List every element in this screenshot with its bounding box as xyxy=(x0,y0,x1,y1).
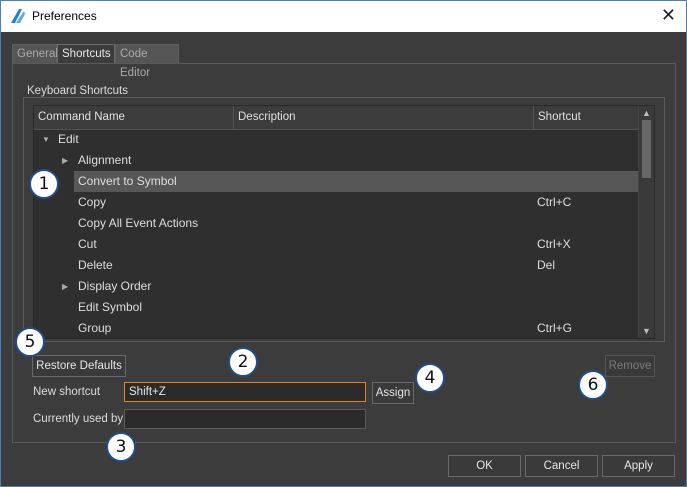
tree-row[interactable]: Cut Ctrl+X xyxy=(34,234,640,255)
vertical-scrollbar[interactable]: ▲ ▼ xyxy=(638,106,654,338)
collapsed-arrow-icon[interactable]: ▶ xyxy=(62,276,68,297)
callout-1: 1 xyxy=(29,169,59,199)
tree-row[interactable]: ▶ Alignment xyxy=(34,150,640,171)
command-name: Display Order xyxy=(78,279,152,293)
assign-button[interactable]: Assign xyxy=(372,382,414,404)
apply-button[interactable]: Apply xyxy=(602,455,675,477)
command-name: Edit xyxy=(58,132,79,146)
tab-shortcuts[interactable]: Shortcuts xyxy=(57,44,115,64)
tree-row[interactable]: ▼ Edit xyxy=(34,129,640,150)
callout-5: 5 xyxy=(15,327,45,357)
column-command-name[interactable]: Command Name xyxy=(34,106,234,129)
scroll-down-icon[interactable]: ▼ xyxy=(639,324,654,338)
title-bar: Preferences ✕ xyxy=(1,1,686,32)
tree-row[interactable]: ▶ Display Order xyxy=(34,276,640,297)
command-name: Cut xyxy=(78,237,97,251)
new-shortcut-input[interactable]: Shift+Z xyxy=(124,382,366,402)
command-name: Convert to Symbol xyxy=(78,174,177,188)
tree-row[interactable]: Copy Ctrl+C xyxy=(34,192,640,213)
command-shortcut: Ctrl+G xyxy=(537,321,573,335)
column-shortcut[interactable]: Shortcut xyxy=(534,106,640,129)
new-shortcut-label: New shortcut xyxy=(33,386,101,398)
column-description[interactable]: Description xyxy=(234,106,534,129)
tree-header: Command Name Description Shortcut xyxy=(34,106,640,130)
ok-button[interactable]: OK xyxy=(448,455,521,477)
tree-row[interactable]: Group Ctrl+G xyxy=(34,318,640,338)
collapsed-arrow-icon[interactable]: ▶ xyxy=(62,150,68,171)
command-name: Copy All Event Actions xyxy=(78,216,199,230)
keyboard-shortcuts-label: Keyboard Shortcuts xyxy=(27,85,129,97)
expanded-arrow-icon[interactable]: ▼ xyxy=(42,129,50,150)
scroll-up-icon[interactable]: ▲ xyxy=(639,106,654,120)
tree-row[interactable]: Convert to Symbol xyxy=(74,171,640,192)
callout-4: 4 xyxy=(415,363,445,393)
command-shortcut: Ctrl+C xyxy=(537,195,572,209)
app-logo-icon xyxy=(11,9,25,23)
command-name: Edit Symbol xyxy=(78,300,143,314)
command-name: Delete xyxy=(78,258,113,272)
callout-3: 3 xyxy=(106,432,136,462)
command-name: Alignment xyxy=(78,153,132,167)
command-shortcut: Ctrl+X xyxy=(537,237,571,251)
restore-defaults-button[interactable]: Restore Defaults xyxy=(32,355,126,377)
command-shortcut: Del xyxy=(537,258,556,272)
tree-row[interactable]: Delete Del xyxy=(34,255,640,276)
close-icon[interactable]: ✕ xyxy=(661,5,676,26)
remove-button[interactable]: Remove xyxy=(605,355,655,377)
callout-6: 6 xyxy=(578,370,608,400)
currently-used-by-field xyxy=(124,409,366,429)
tree-row[interactable]: Copy All Event Actions xyxy=(34,213,640,234)
cancel-button[interactable]: Cancel xyxy=(525,455,598,477)
tree-row[interactable]: Edit Symbol xyxy=(34,297,640,318)
currently-used-by-label: Currently used by xyxy=(33,413,124,425)
tab-code-editor[interactable]: Code Editor xyxy=(115,44,179,79)
scroll-thumb[interactable] xyxy=(642,120,651,178)
shortcuts-tree[interactable]: Command Name Description Shortcut ▼ Edit ▶… xyxy=(33,105,655,339)
tab-general[interactable]: General xyxy=(12,44,58,63)
command-name: Group xyxy=(78,321,112,335)
window-title: Preferences xyxy=(32,9,97,23)
preferences-window: Preferences ✕ General Shortcuts Code Edi… xyxy=(0,0,687,487)
command-name: Copy xyxy=(78,195,107,209)
callout-2: 2 xyxy=(228,347,258,377)
